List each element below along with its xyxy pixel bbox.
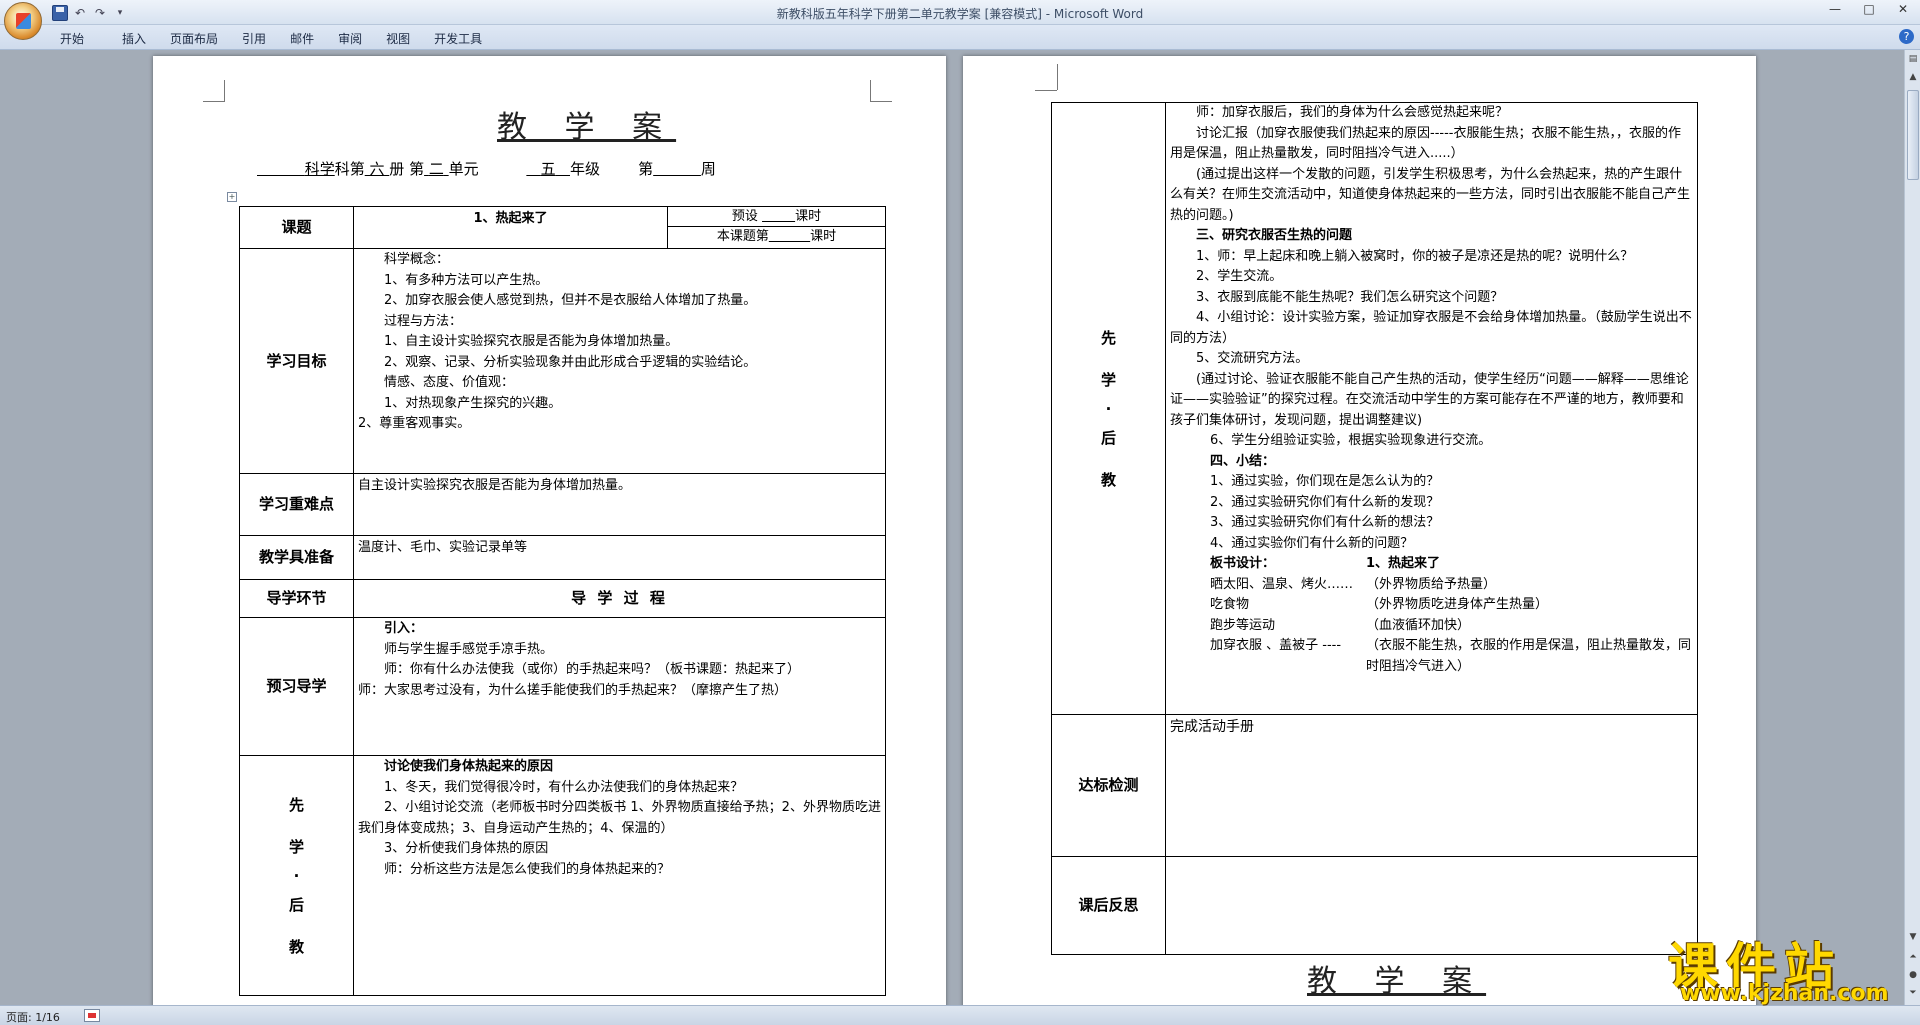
crop-mark: [870, 80, 892, 102]
topic-label: 课题: [239, 206, 354, 249]
preset-hours[interactable]: 预设 课时: [668, 207, 885, 227]
key-points-cell[interactable]: 自主设计实验探究衣服是否能为身体增加热量。: [353, 473, 886, 536]
help-icon[interactable]: ?: [1899, 29, 1914, 44]
key-points-label: 学习重难点: [239, 473, 354, 536]
subject-line: 科学科第 六 册 第 二 单元 五 年级 第 周: [304, 160, 716, 178]
previous-page-icon[interactable]: ⏶: [1906, 950, 1920, 964]
proofing-icon[interactable]: [84, 1009, 100, 1022]
board-row: 跑步等运动 （血液循环加快）: [1210, 617, 1471, 633]
table-move-handle-icon[interactable]: +: [227, 192, 237, 202]
assessment-cell[interactable]: 完成活动手册: [1165, 714, 1698, 857]
learn-teach-label: 先 学 · 后 教: [239, 755, 354, 996]
preview-cell[interactable]: 引入： 师与学生握手感觉手凉手热。 师：你有什么办法使我（或你）的手热起来吗？（…: [353, 617, 886, 756]
office-button[interactable]: [4, 2, 42, 40]
tab-home[interactable]: 开始: [60, 30, 96, 47]
ribbon-tabs: 开始 插入 页面布局 引用 邮件 审阅 视图 开发工具 ?: [0, 25, 1920, 50]
minimize-button[interactable]: —: [1824, 2, 1846, 16]
lesson-hour-number[interactable]: 本课题第 课时: [668, 227, 885, 247]
tab-page-layout[interactable]: 页面布局: [158, 30, 230, 47]
board-row: 吃食物 （外界物质吃进身体产生热量）: [1210, 597, 1549, 612]
board-design: 板书设计： 1、热起来了: [1210, 556, 1441, 571]
window-title: 新教科版五年科学下册第二单元教学案 [兼容模式] - Microsoft Wor…: [776, 7, 1144, 21]
unit: 二: [428, 160, 444, 178]
title-bar: ↶ ↷ ▾ 新教科版五年科学下册第二单元教学案 [兼容模式] - Microso…: [0, 0, 1920, 25]
tab-mailings[interactable]: 邮件: [278, 30, 326, 47]
ruler-toggle-icon[interactable]: ▤: [1906, 52, 1920, 66]
tab-view[interactable]: 视图: [374, 30, 422, 47]
reflection-cell[interactable]: [1165, 856, 1698, 955]
vertical-scrollbar[interactable]: ▤ ▲ ▼ ⏶ ● ⏷: [1904, 50, 1920, 1005]
document-title: 教 学 案: [497, 110, 677, 145]
tab-developer[interactable]: 开发工具: [422, 30, 494, 47]
materials-label: 教学具准备: [239, 535, 354, 580]
learn-teach-cell[interactable]: 讨论使我们身体热起来的原因 1、冬天，我们觉得很冷时，有什么办法使我们的身体热起…: [353, 755, 886, 996]
watermark-url: www.kjzhan.com: [1680, 981, 1889, 1006]
learn-teach-cell[interactable]: 师：加穿衣服后，我们的身体为什么会感觉热起来呢？ 讨论汇报（加穿衣服使我们热起来…: [1165, 102, 1698, 715]
scroll-thumb[interactable]: [1907, 90, 1919, 180]
lesson-plan-table: 课题 1、热起来了 预设 课时 本课题第 课时 学习目标 科学概念： 1、有多种…: [239, 206, 886, 996]
watermark: 课件站 www.kjzhan.com: [1660, 927, 1900, 1006]
lesson-plan-table-continued: 先 学 · 后 教 师：加穿衣服后，我们的身体为什么会感觉热起来呢？ 讨论汇报（…: [1051, 102, 1698, 955]
assessment-label: 达标检测: [1051, 714, 1166, 857]
tab-references[interactable]: 引用: [230, 30, 278, 47]
process-title: 导 学 过 程: [353, 579, 886, 618]
preview-label: 预习导学: [239, 617, 354, 756]
next-document-title: 教 学 案: [1307, 964, 1487, 999]
status-bar: 页面: 1/16: [0, 1005, 1920, 1025]
page-count[interactable]: 页面: 1/16: [6, 1009, 60, 1025]
tab-review[interactable]: 审阅: [326, 30, 374, 47]
volume: 六: [369, 160, 385, 178]
grade: 五: [540, 160, 556, 178]
board-row: 加穿衣服 、盖被子 ---- （衣服不能生热，衣服的作用是保温，阻止热量散发，同时…: [1210, 638, 1692, 674]
goals-cell[interactable]: 科学概念： 1、有多种方法可以产生热。 2、加穿衣服会使人感觉到热，但并不是衣服…: [353, 248, 886, 474]
window-controls: — □ ✕: [1824, 2, 1914, 16]
scroll-down-icon[interactable]: ▼: [1906, 930, 1920, 944]
office-logo-icon: [16, 13, 31, 29]
materials-cell[interactable]: 温度计、毛巾、实验记录单等: [353, 535, 886, 580]
topic-value[interactable]: 1、热起来了: [353, 206, 668, 249]
document-page-1[interactable]: 教 学 案 科学科第 六 册 第 二 单元 五 年级 第 周 + 课题 1、热起…: [153, 56, 946, 1016]
crop-mark: [203, 80, 225, 102]
crop-mark: [1057, 64, 1058, 90]
goals-label: 学习目标: [239, 248, 354, 474]
maximize-button[interactable]: □: [1858, 2, 1880, 16]
crop-mark: [1035, 90, 1057, 91]
board-row: 晒太阳、温泉、烤火…… （外界物质给予热量）: [1210, 576, 1497, 592]
reflection-label: 课后反思: [1051, 856, 1166, 955]
next-page-icon[interactable]: ⏷: [1906, 986, 1920, 1000]
select-browse-object-icon[interactable]: ●: [1906, 968, 1920, 982]
scroll-up-icon[interactable]: ▲: [1906, 70, 1920, 84]
section-label: 导学环节: [239, 579, 354, 618]
document-page-2[interactable]: 先 学 · 后 教 师：加穿衣服后，我们的身体为什么会感觉热起来呢？ 讨论汇报（…: [963, 56, 1756, 1016]
close-button[interactable]: ✕: [1892, 2, 1914, 16]
tab-insert[interactable]: 插入: [110, 30, 158, 47]
subject: 科学: [304, 160, 335, 178]
learn-teach-label: 先 学 · 后 教: [1051, 102, 1166, 715]
